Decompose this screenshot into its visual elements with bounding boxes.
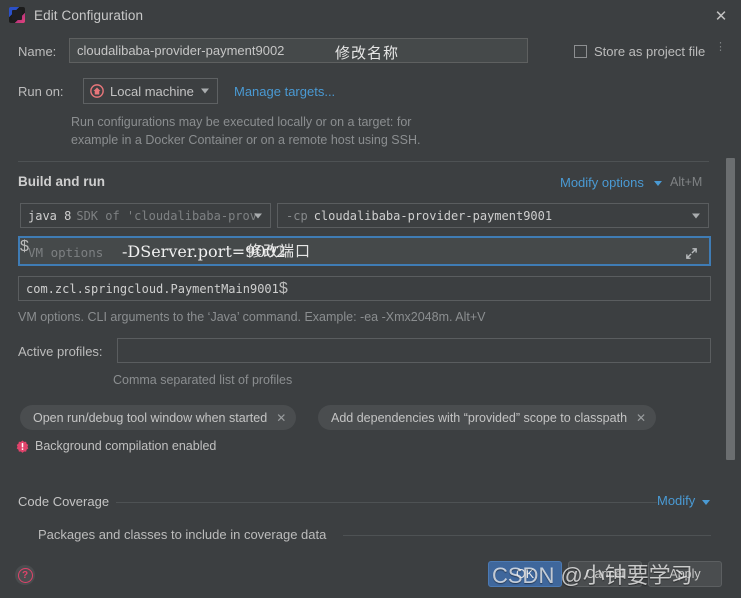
chip-add-provided-dependencies[interactable]: Add dependencies with “provided” scope t…: [318, 405, 657, 430]
chevron-down-icon[interactable]: [654, 181, 662, 186]
sdk-sub-label: SDK of 'cloudalibaba-prov: [76, 208, 257, 223]
vm-options-annotation: 修改端口: [247, 242, 312, 260]
vm-options-input[interactable]: VM options -DServer.port=9002 $: [18, 236, 711, 266]
chevron-down-icon: [201, 88, 209, 94]
manage-targets-link[interactable]: Manage targets...: [234, 84, 335, 99]
chevron-down-icon: [254, 213, 262, 218]
run-on-target-combo[interactable]: Local machine: [83, 78, 218, 104]
close-icon[interactable]: ✕: [711, 6, 731, 26]
close-icon[interactable]: ✕: [636, 411, 646, 425]
vm-options-hint: VM options. CLI arguments to the ‘Java’ …: [18, 310, 486, 324]
chevron-down-icon[interactable]: [702, 500, 710, 505]
coverage-packages-label: Packages and classes to include in cover…: [38, 527, 327, 542]
modify-options-link[interactable]: Modify options: [560, 175, 644, 190]
code-coverage-title: Code Coverage: [18, 494, 110, 509]
active-profiles-label: Active profiles:: [18, 344, 103, 359]
active-profiles-hint: Comma separated list of profiles: [113, 373, 293, 387]
chip-open-run-debug-window[interactable]: Open run/debug tool window when started …: [20, 405, 297, 430]
name-annotation: 修改名称: [335, 44, 400, 62]
ok-button[interactable]: OK: [488, 561, 562, 587]
run-on-label: Run on:: [18, 84, 64, 99]
chip-label: Add dependencies with “provided” scope t…: [331, 410, 628, 425]
code-coverage-modify-link[interactable]: Modify: [657, 493, 695, 508]
main-class-value: com.zcl.springcloud.PaymentMain9001: [26, 281, 279, 296]
run-on-target-value: Local machine: [110, 83, 194, 99]
classpath-module-combo[interactable]: -cp cloudalibaba-provider-payment9001: [277, 203, 709, 228]
name-input-value: cloudalibaba-provider-payment9002: [77, 43, 285, 58]
more-options-icon[interactable]: ⋮: [715, 42, 727, 58]
build-and-run-title: Build and run: [18, 174, 105, 189]
active-profiles-input[interactable]: [117, 338, 711, 363]
vm-options-placeholder: VM options: [28, 245, 104, 260]
chevron-down-icon: [692, 213, 700, 218]
macro-dollar-icon[interactable]: $: [279, 280, 288, 298]
edit-configuration-dialog: Edit Configuration ✕ Name: cloudalibaba-…: [0, 0, 741, 598]
intellij-idea-icon: [9, 7, 25, 23]
scrollbar-thumb[interactable]: [726, 158, 735, 460]
main-class-input[interactable]: com.zcl.springcloud.PaymentMain9001 $: [18, 276, 711, 301]
help-button[interactable]: ?: [15, 565, 35, 585]
store-as-project-file-checkbox[interactable]: [574, 45, 587, 58]
window-title: Edit Configuration: [34, 7, 144, 23]
run-on-hint-line2: example in a Docker Container or on a re…: [71, 133, 421, 147]
code-coverage-divider: [116, 502, 657, 503]
background-compilation-label: Background compilation enabled: [35, 439, 217, 453]
store-as-project-file-label: Store as project file: [594, 44, 706, 59]
section-divider: [18, 161, 709, 162]
coverage-packages-divider: [343, 535, 711, 536]
sdk-main-label: java 8: [28, 208, 72, 223]
help-icon: ?: [17, 567, 33, 583]
classpath-flag: -cp: [286, 208, 308, 223]
modify-options-shortcut: Alt+M: [670, 175, 703, 189]
home-icon: [90, 84, 104, 98]
classpath-module-value: cloudalibaba-provider-payment9001: [313, 208, 553, 223]
cancel-button[interactable]: Cancel: [568, 561, 642, 587]
title-bar: Edit Configuration ✕: [0, 0, 741, 30]
name-input[interactable]: cloudalibaba-provider-payment9002: [69, 38, 528, 63]
jre-sdk-combo[interactable]: java 8 SDK of 'cloudalibaba-prov: [20, 203, 271, 228]
close-icon[interactable]: ✕: [276, 411, 286, 425]
apply-button[interactable]: Apply: [648, 561, 722, 587]
warning-badge-icon: [16, 440, 29, 453]
expand-arrow-icon[interactable]: [685, 247, 698, 260]
chip-label: Open run/debug tool window when started: [33, 410, 268, 425]
run-on-hint-line1: Run configurations may be executed local…: [71, 115, 412, 129]
name-label: Name:: [18, 44, 57, 59]
